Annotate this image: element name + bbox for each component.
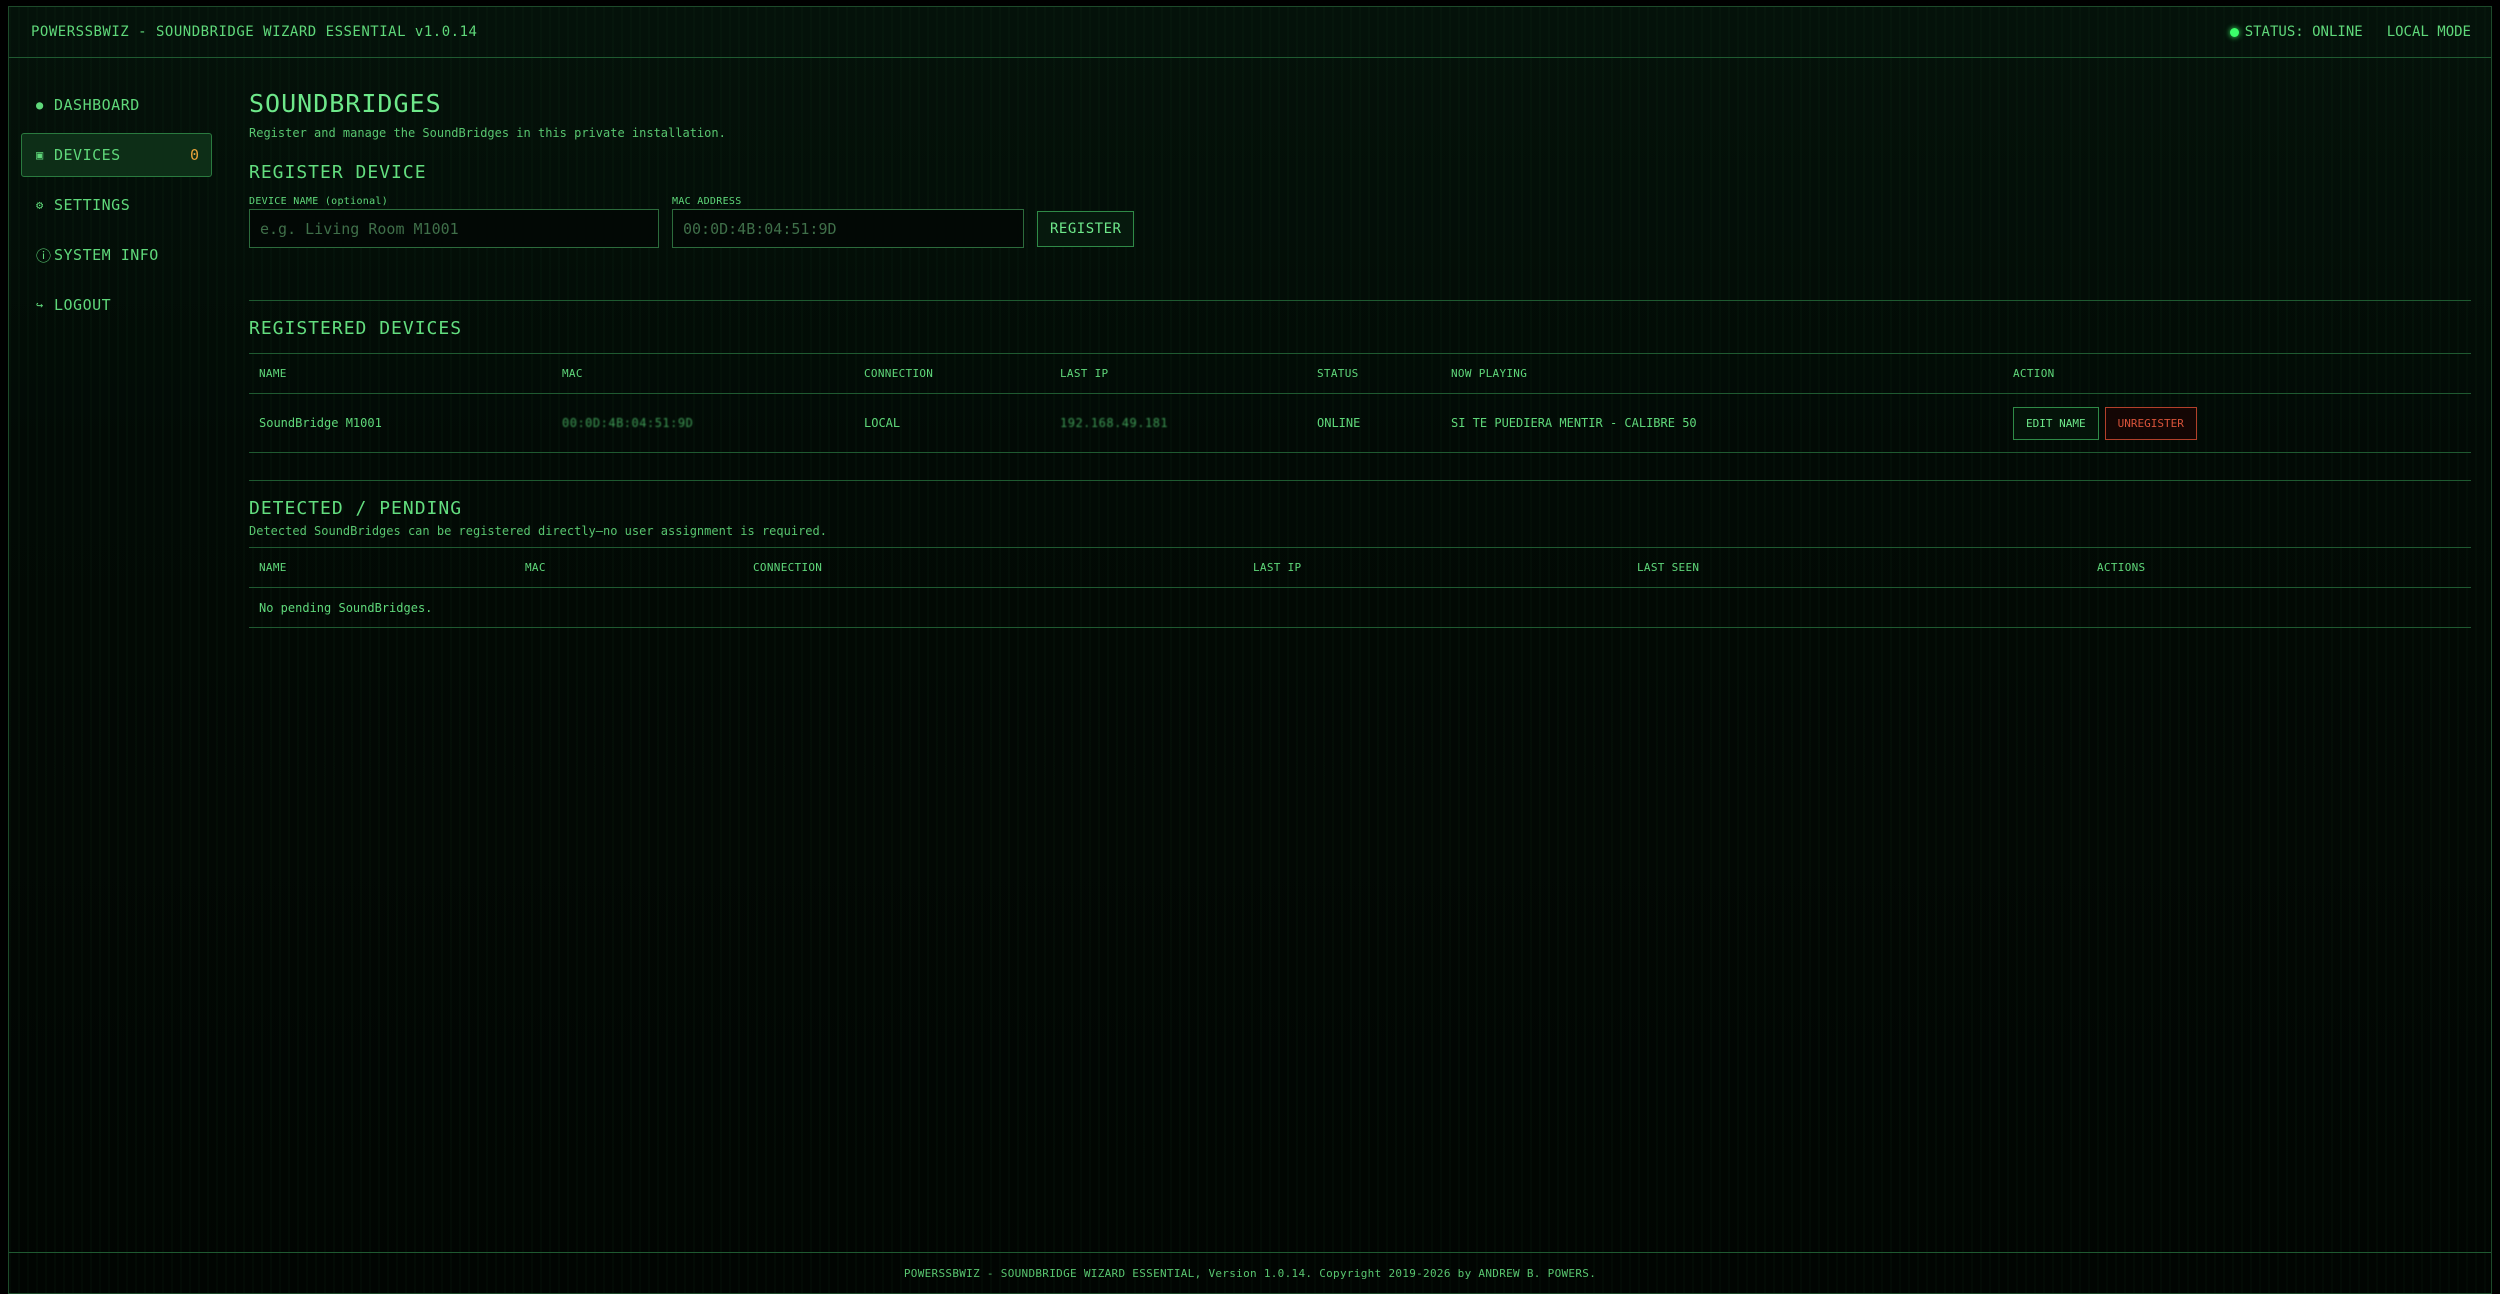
column-header: ACTIONS (2087, 547, 2471, 588)
page-title: SOUNDBRIDGES (249, 89, 442, 118)
table-row: SoundBridge M1001 00:0D:4B:04:51:9D LOCA… (249, 393, 2471, 453)
device-mac-value: 00:0D:4B:04:51:9D (562, 416, 694, 430)
column-header: ACTION (2003, 353, 2471, 394)
status-online-icon (2229, 27, 2239, 37)
sidebar-item-settings[interactable]: ⚙ SETTINGS (21, 183, 212, 227)
device-name-field: DEVICE NAME (optional) (249, 196, 659, 248)
device-name-cell: SoundBridge M1001 (249, 393, 552, 453)
pending-section-title: DETECTED / PENDING (249, 498, 463, 519)
device-icon: ▣ (36, 148, 44, 162)
device-ip-cell: 192.168.49.181 (1050, 393, 1307, 453)
status-area: STATUS: ONLINE LOCAL MODE (2229, 24, 2471, 40)
info-icon: ⓘ (36, 246, 52, 265)
table-header-row: NAME MAC CONNECTION LAST IP STATUS NOW P… (249, 353, 2471, 394)
mac-address-field: MAC ADDRESS (672, 196, 1024, 248)
column-header: NAME (249, 547, 515, 588)
app-frame: POWERSSBWIZ - SOUNDBRIDGE WIZARD ESSENTI… (8, 6, 2492, 1294)
main-content: SOUNDBRIDGES Register and manage the Sou… (249, 89, 2471, 628)
pending-devices-table: NAME MAC CONNECTION LAST IP LAST SEEN AC… (249, 547, 2471, 628)
sidebar-item-label: LOGOUT (54, 296, 112, 314)
logout-icon: ↪ (36, 298, 44, 312)
sidebar-item-devices[interactable]: ▣ DEVICES 0 (21, 133, 212, 177)
table-row: No pending SoundBridges. (249, 587, 2471, 628)
column-header: NAME (249, 353, 552, 394)
gear-icon: ⚙ (36, 198, 44, 212)
mode-label: LOCAL MODE (2386, 24, 2471, 40)
column-header: CONNECTION (854, 353, 1050, 394)
page-subtitle: Register and manage the SoundBridges in … (249, 126, 726, 140)
registered-section-title: REGISTERED DEVICES (249, 318, 463, 339)
device-name-label: DEVICE NAME (optional) (249, 196, 389, 207)
mac-address-label: MAC ADDRESS (672, 196, 742, 207)
device-ip-value: 192.168.49.181 (1060, 416, 1169, 430)
column-header: CONNECTION (743, 547, 1243, 588)
column-header: LAST IP (1050, 353, 1307, 394)
sidebar-item-label: SETTINGS (54, 196, 131, 214)
device-mac-cell: 00:0D:4B:04:51:9D (552, 393, 854, 453)
action-cell: EDIT NAME UNREGISTER (2003, 393, 2471, 453)
registered-devices-table: NAME MAC CONNECTION LAST IP STATUS NOW P… (249, 353, 2471, 453)
device-connection-cell: LOCAL (854, 393, 1050, 453)
now-playing-cell: SI TE PUEDIERA MENTIR - CALIBRE 50 (1441, 393, 2003, 453)
table-header-row: NAME MAC CONNECTION LAST IP LAST SEEN AC… (249, 547, 2471, 588)
empty-message: No pending SoundBridges. (249, 587, 2471, 628)
sidebar-item-label: DEVICES (54, 146, 121, 164)
divider (249, 480, 2471, 481)
divider (249, 300, 2471, 301)
device-status-cell: ONLINE (1307, 393, 1441, 453)
mac-address-input[interactable] (672, 209, 1024, 248)
pending-subtitle: Detected SoundBridges can be registered … (249, 524, 827, 538)
dot-icon: ● (36, 98, 44, 112)
status-text: STATUS: ONLINE (2244, 24, 2363, 40)
edit-name-button[interactable]: EDIT NAME (2013, 406, 2099, 440)
column-header: LAST IP (1243, 547, 1627, 588)
sidebar-item-dashboard[interactable]: ● DASHBOARD (21, 83, 212, 127)
footer: POWERSSBWIZ - SOUNDBRIDGE WIZARD ESSENTI… (9, 1252, 2491, 1293)
app-title: POWERSSBWIZ - SOUNDBRIDGE WIZARD ESSENTI… (31, 24, 478, 40)
register-section-title: REGISTER DEVICE (249, 162, 427, 183)
devices-count-badge: 0 (189, 146, 199, 164)
sidebar-item-logout[interactable]: ↪ LOGOUT (21, 283, 212, 327)
column-header: STATUS (1307, 353, 1441, 394)
register-button[interactable]: REGISTER (1037, 211, 1135, 247)
column-header: LAST SEEN (1627, 547, 2087, 588)
unregister-button[interactable]: UNREGISTER (2104, 406, 2197, 440)
sidebar: ● DASHBOARD ▣ DEVICES 0 ⚙ SETTINGS ⓘ SYS… (21, 83, 212, 333)
device-name-input[interactable] (249, 209, 659, 248)
top-bar: POWERSSBWIZ - SOUNDBRIDGE WIZARD ESSENTI… (9, 7, 2491, 58)
sidebar-item-label: SYSTEM INFO (54, 246, 159, 264)
column-header: NOW PLAYING (1441, 353, 2003, 394)
footer-text: POWERSSBWIZ - SOUNDBRIDGE WIZARD ESSENTI… (903, 1266, 1597, 1280)
sidebar-item-label: DASHBOARD (54, 96, 140, 114)
register-form: DEVICE NAME (optional) MAC ADDRESS REGIS… (249, 196, 2471, 248)
column-header: MAC (552, 353, 854, 394)
sidebar-item-system-info[interactable]: ⓘ SYSTEM INFO (21, 233, 212, 277)
column-header: MAC (515, 547, 743, 588)
